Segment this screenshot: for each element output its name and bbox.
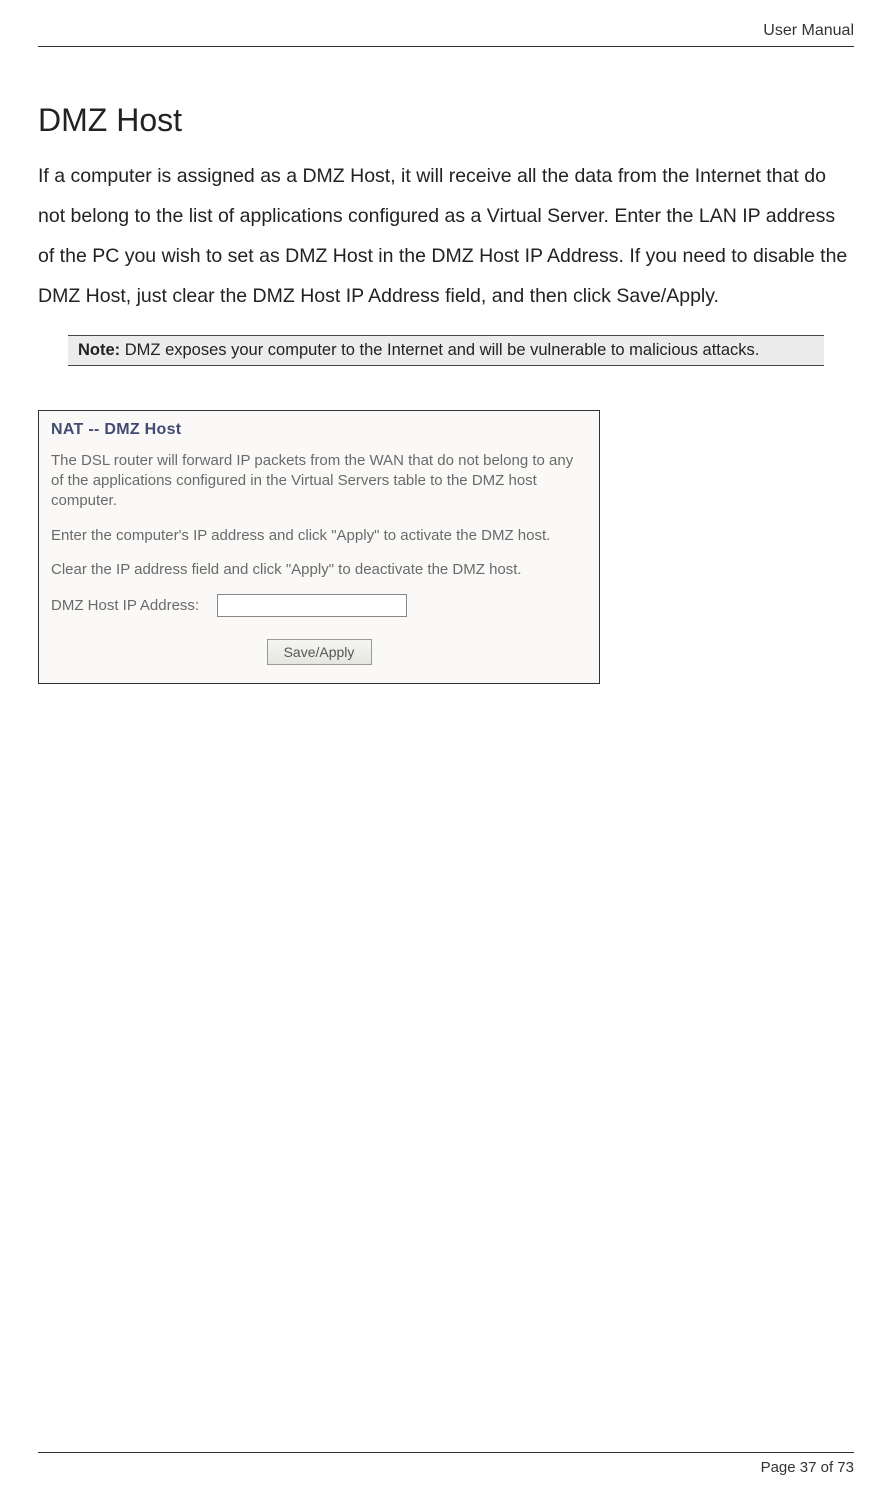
header-title: User Manual — [763, 22, 854, 39]
note-box: Note: DMZ exposes your computer to the I… — [68, 335, 824, 366]
ip-address-label: DMZ Host IP Address: — [51, 597, 199, 614]
panel-title: NAT -- DMZ Host — [51, 421, 587, 439]
dmz-config-panel: NAT -- DMZ Host The DSL router will forw… — [38, 410, 600, 684]
panel-paragraph-1: The DSL router will forward IP packets f… — [51, 451, 587, 512]
note-label: Note: — [78, 341, 120, 359]
section-title: DMZ Host — [38, 102, 854, 139]
dmz-ip-input[interactable] — [217, 594, 407, 617]
note-text: DMZ exposes your computer to the Interne… — [120, 341, 759, 359]
panel-paragraph-3: Clear the IP address field and click "Ap… — [51, 560, 587, 580]
panel-paragraph-2: Enter the computer's IP address and clic… — [51, 526, 587, 546]
page-header: User Manual — [38, 0, 854, 47]
footer-text: Page 37 of 73 — [761, 1459, 854, 1476]
save-apply-button[interactable]: Save/Apply — [267, 639, 372, 665]
button-row: Save/Apply — [51, 639, 587, 665]
page-footer: Page 37 of 73 — [38, 1452, 854, 1476]
ip-address-row: DMZ Host IP Address: — [51, 594, 587, 617]
section-paragraph: If a computer is assigned as a DMZ Host,… — [38, 157, 854, 317]
